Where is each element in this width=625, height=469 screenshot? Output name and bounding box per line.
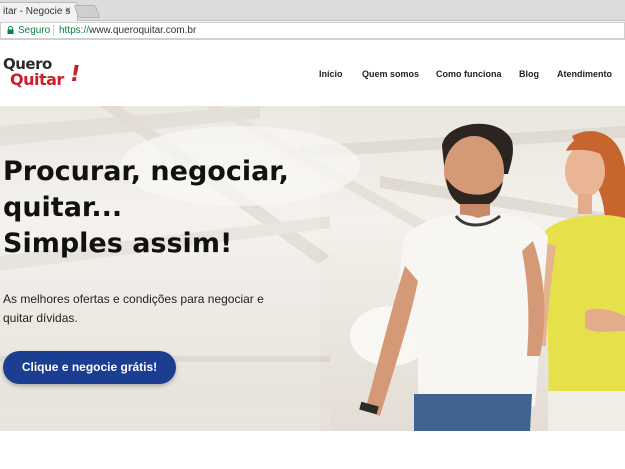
url-text: https://www.queroquitar.com.br xyxy=(59,23,196,38)
cta-negotiate-button[interactable]: Clique e negocie grátis! xyxy=(3,351,176,384)
secure-label: Seguro xyxy=(18,25,51,36)
nav-item-inicio[interactable]: Início xyxy=(319,69,343,79)
logo-exclamation: ! xyxy=(67,62,83,87)
url-divider xyxy=(53,25,54,36)
nav-item-quem-somos[interactable]: Quem somos xyxy=(362,69,419,79)
hero-title-line: Procurar, negociar, xyxy=(3,156,289,187)
tab-title: itar - Negocie s xyxy=(3,6,71,17)
hero-title-line: quitar... xyxy=(3,192,123,223)
logo-word-quitar: Quitar xyxy=(10,70,64,89)
hero-title: Procurar, negociar, quitar... Simples as… xyxy=(3,154,303,262)
browser-tabstrip: itar - Negocie s × xyxy=(0,0,625,21)
site-header: Quero Quitar ! Início Quem somos Como fu… xyxy=(0,40,625,106)
page-section-below xyxy=(0,431,625,469)
hero-subtitle-line: As melhores ofertas e condições para neg… xyxy=(3,292,264,306)
nav-item-blog[interactable]: Blog xyxy=(519,69,539,79)
browser-tab[interactable]: itar - Negocie s × xyxy=(0,2,78,21)
url-input[interactable]: Seguro https://www.queroquitar.com.br xyxy=(0,22,625,39)
man-figure xyxy=(359,123,548,431)
hero-subtitle: As melhores ofertas e condições para neg… xyxy=(3,290,303,328)
hero-title-line: Simples assim! xyxy=(3,228,233,259)
browser-address-bar: Seguro https://www.queroquitar.com.br xyxy=(0,21,625,40)
nav-item-como-funciona[interactable]: Como funciona xyxy=(436,69,502,79)
hero-banner: Procurar, negociar, quitar... Simples as… xyxy=(0,106,625,431)
close-icon[interactable]: × xyxy=(65,5,71,16)
lock-icon xyxy=(7,26,14,34)
site-logo[interactable]: Quero Quitar ! xyxy=(3,55,83,95)
hero-subtitle-line: quitar dívidas. xyxy=(3,311,78,325)
url-protocol: https:// xyxy=(59,25,90,36)
nav-item-atendimento[interactable]: Atendimento xyxy=(557,69,612,79)
url-host: www.queroquitar.com.br xyxy=(89,25,197,36)
new-tab-button[interactable] xyxy=(73,5,101,18)
